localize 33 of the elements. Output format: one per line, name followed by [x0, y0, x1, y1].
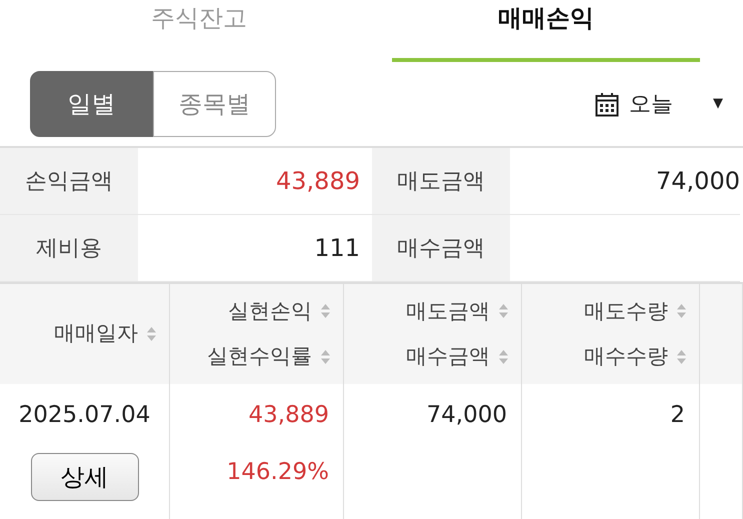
summary-value: 74,000 — [656, 166, 740, 197]
sort-icon[interactable] — [320, 303, 331, 320]
cell-text: 74,000 — [426, 401, 507, 430]
cell-text: 2 — [670, 401, 685, 430]
calendar-icon — [595, 92, 619, 116]
column-header[interactable]: 매수수량 — [584, 341, 668, 372]
sort-icon[interactable] — [146, 326, 157, 342]
summary-value: 43,889 — [276, 166, 360, 197]
detail-button[interactable]: 상세 — [30, 452, 138, 500]
sort-icon[interactable] — [676, 348, 687, 365]
summary-label: 제비용 — [0, 215, 138, 282]
tab[interactable]: 매매손익 — [392, 0, 700, 62]
summary-label: 매도금액 — [372, 148, 510, 215]
cell-text: 146.29% — [226, 458, 329, 486]
sort-icon[interactable] — [498, 348, 509, 365]
column-header[interactable]: 실현손익 — [228, 296, 312, 327]
column-header[interactable]: 매도금액 — [406, 296, 490, 327]
dropdown-arrow[interactable]: ▼ — [713, 94, 723, 114]
column-header[interactable]: 실현수익률 — [207, 341, 312, 372]
cell-text: 43,889 — [248, 401, 329, 430]
summary-label: 손익금액 — [0, 148, 138, 215]
period-toggle-button[interactable]: 종목별 — [153, 71, 276, 137]
column-header[interactable]: 매수금액 — [406, 341, 490, 372]
summary-label: 매수금액 — [372, 215, 510, 282]
sort-icon[interactable] — [676, 303, 687, 320]
column-header[interactable]: 매도수량 — [584, 296, 668, 327]
period-toggle-button[interactable]: 일별 — [30, 71, 153, 137]
column-header[interactable]: 매매일자 — [54, 318, 138, 350]
summary-value: 111 — [314, 233, 360, 264]
sort-icon[interactable] — [320, 348, 331, 365]
date-select-value[interactable]: 오늘 — [629, 88, 673, 120]
cell-text: 2025.07.04 — [18, 401, 150, 430]
sort-icon[interactable] — [498, 303, 509, 320]
